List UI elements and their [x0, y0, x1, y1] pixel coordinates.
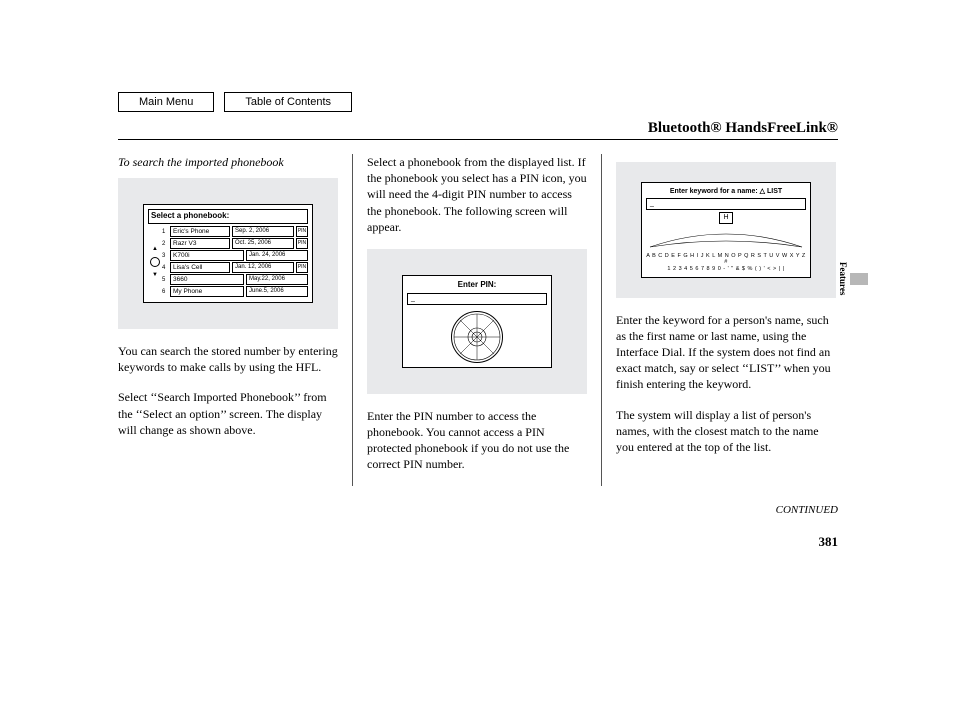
keyword-arc-symbols: 1 2 3 4 5 6 7 8 9 0 - ' " & $ % ( ) ' < …	[646, 266, 806, 273]
col3-screenshot: Enter keyword for a name: △ LIST _ H A B…	[616, 162, 836, 298]
toc-button[interactable]: Table of Contents	[224, 92, 352, 112]
phonebook-row-num: 3	[162, 252, 170, 260]
page-title: Bluetooth® HandsFreeLink®	[118, 120, 838, 140]
keyword-arc-letters: A B C D E F G H I J K L M N O P Q R S T …	[646, 253, 806, 266]
phonebook-row: 3K700iJan. 24, 2006	[162, 250, 308, 262]
phonebook-row-num: 1	[162, 228, 170, 236]
phonebook-row-name: My Phone	[170, 286, 244, 297]
nav-bar: Main Menu Table of Contents	[118, 92, 838, 112]
pin-icon: PIN	[296, 262, 308, 273]
pin-icon: PIN	[296, 238, 308, 249]
col1-screenshot: Select a phonebook: ▲ ▼ 1Eric's PhoneSep…	[118, 178, 338, 329]
phonebook-row: 4Lisa's CellJan. 12, 2006PIN	[162, 262, 308, 274]
phonebook-row-name: Lisa's Cell	[170, 262, 230, 273]
phonebook-row-name: Razr V3	[170, 238, 230, 249]
phonebook-row: 53660May.22, 2006	[162, 274, 308, 286]
col3-p1: Enter the keyword for a person's name, s…	[616, 312, 836, 393]
phonebook-row-num: 4	[162, 264, 170, 272]
main-menu-button[interactable]: Main Menu	[118, 92, 214, 112]
phonebook-row-name: K700i	[170, 250, 244, 261]
col2-p2: Enter the PIN number to access the phone…	[367, 408, 587, 473]
section-tab-marker	[850, 273, 868, 285]
col1-subhead: To search the imported phonebook	[118, 154, 338, 170]
col2-screenshot: Enter PIN: _	[367, 249, 587, 394]
keyword-arc-icon	[646, 227, 806, 249]
phonebook-row-date: May.22, 2006	[246, 274, 308, 285]
phonebook-row-date: June.5, 2006	[246, 286, 308, 297]
phonebook-row-num: 5	[162, 276, 170, 284]
phonebook-row-date: Jan. 24, 2006	[246, 250, 308, 261]
pin-icon: PIN	[296, 226, 308, 237]
keyword-selected-letter: H	[719, 212, 733, 224]
scroll-up-icon: ▲	[152, 245, 158, 253]
pin-field: _	[407, 293, 547, 305]
phonebook-row-num: 6	[162, 288, 170, 296]
phonebook-row-name: Eric's Phone	[170, 226, 230, 237]
phonebook-row-date: Jan. 12, 2006	[232, 262, 294, 273]
section-tab: Features	[838, 262, 868, 295]
pin-label: Enter PIN:	[407, 280, 547, 291]
pin-dial-icon	[451, 311, 503, 363]
column-2: Select a phonebook from the displayed li…	[352, 154, 601, 486]
col1-p2: Select ‘‘Search Imported Phonebook’’ fro…	[118, 389, 338, 438]
col3-p2: The system will display a list of person…	[616, 407, 836, 456]
column-3: Enter keyword for a name: △ LIST _ H A B…	[601, 154, 836, 486]
phonebook-row-date: Sep. 2, 2006	[232, 226, 294, 237]
phonebook-row: 1Eric's PhoneSep. 2, 2006PIN	[162, 226, 308, 238]
phonebook-row-num: 2	[162, 240, 170, 248]
phonebook-row-name: 3660	[170, 274, 244, 285]
phonebook-heading: Select a phonebook:	[148, 209, 308, 224]
section-tab-label: Features	[838, 262, 848, 295]
keyword-field: _	[646, 198, 806, 210]
phonebook-row: 2Razr V3Oct. 25, 2006PIN	[162, 238, 308, 250]
continued-label: CONTINUED	[118, 504, 838, 516]
col2-p1: Select a phonebook from the displayed li…	[367, 154, 587, 235]
col1-p1: You can search the stored number by ente…	[118, 343, 338, 375]
column-1: To search the imported phonebook Select …	[118, 154, 352, 486]
keyword-label: Enter keyword for a name: △ LIST	[646, 187, 806, 196]
phonebook-row-date: Oct. 25, 2006	[232, 238, 294, 249]
scroll-down-icon: ▼	[152, 271, 158, 279]
phonebook-row: 6My PhoneJune.5, 2006	[162, 286, 308, 298]
return-icon	[150, 257, 160, 267]
page-number: 381	[118, 534, 838, 550]
